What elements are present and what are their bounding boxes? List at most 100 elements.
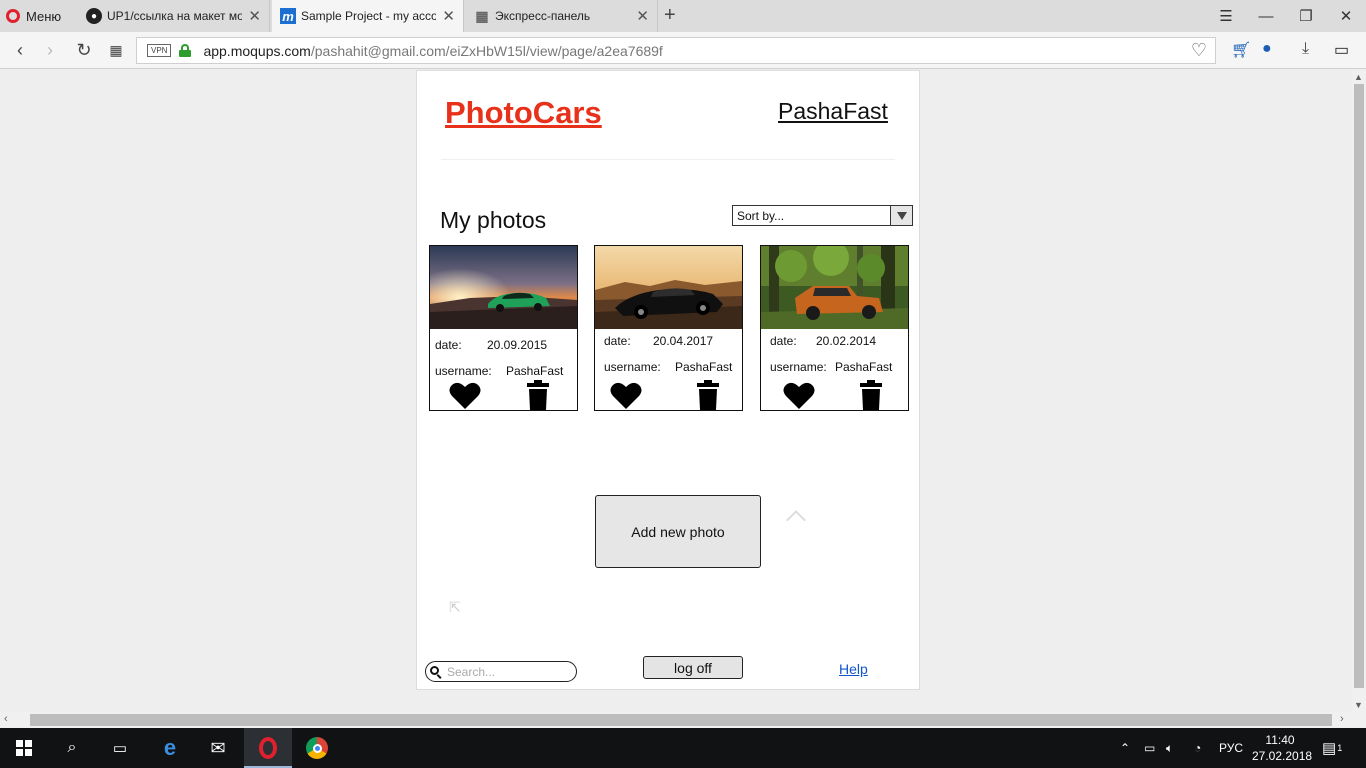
- sort-select-value: Sort by...: [737, 208, 785, 223]
- notification-count: 1: [1337, 743, 1343, 753]
- windows-taskbar: ⌕ ▭ e ✉ ⌃ ▭ 🔈︎ ◔ РУС 11:40 27.02.2018 ▤ 1: [0, 728, 1366, 768]
- forward-icon[interactable]: ›: [38, 38, 62, 62]
- help-link[interactable]: Help: [839, 661, 868, 677]
- extension-icon[interactable]: ●: [1262, 40, 1272, 58]
- trash-icon[interactable]: [860, 380, 882, 410]
- close-icon[interactable]: ✕: [636, 7, 649, 25]
- photo-image[interactable]: [595, 246, 742, 329]
- horizontal-scrollbar[interactable]: ‹ ›: [0, 712, 1366, 728]
- brand-link[interactable]: PhotoCars: [445, 95, 602, 131]
- minimize-icon[interactable]: —: [1246, 0, 1286, 32]
- photo-card: date: 20.09.2015 username: PashaFast: [429, 245, 578, 411]
- restore-icon[interactable]: ❐: [1286, 0, 1326, 32]
- username-label: username:: [770, 360, 827, 374]
- scroll-up-arrow-icon[interactable]: ▲: [1354, 72, 1363, 82]
- battery-icon[interactable]: ▭: [1334, 40, 1349, 60]
- scroll-top-icon[interactable]: [786, 510, 806, 530]
- username-label: username:: [435, 364, 492, 378]
- mail-icon[interactable]: ✉: [194, 728, 242, 768]
- search-icon: [430, 665, 442, 678]
- vpn-badge[interactable]: VPN: [147, 44, 172, 57]
- opera-taskbar-icon[interactable]: [244, 728, 292, 768]
- reload-icon[interactable]: ↻: [72, 38, 96, 62]
- photo-date: 20.02.2014: [816, 334, 877, 348]
- clock-time: 11:40: [1265, 733, 1295, 747]
- opera-logo-icon: [6, 9, 20, 23]
- sort-select[interactable]: Sort by...: [732, 205, 913, 226]
- github-icon: ●: [86, 8, 102, 24]
- vertical-scrollbar[interactable]: ▲ ▼: [1352, 70, 1366, 712]
- close-icon[interactable]: ✕: [248, 7, 261, 25]
- windows-logo-icon: [16, 740, 32, 756]
- page-title: My photos: [440, 207, 547, 233]
- trash-icon[interactable]: [527, 380, 549, 410]
- photo-card: date: 20.04.2017 username: PashaFast: [594, 245, 743, 411]
- scrollbar-thumb[interactable]: [1354, 84, 1364, 688]
- tab-speed-dial[interactable]: ▦ Экспресс-панель ✕: [466, 0, 658, 32]
- notifications-icon[interactable]: ▤ 1: [1322, 728, 1342, 768]
- page-viewport: PhotoCars PashaFast My photos Sort by...: [0, 70, 1352, 712]
- search-field[interactable]: [425, 661, 577, 682]
- browser-tab-strip: Меню ● UP1/ссылка на макет мое ✕ m Sampl…: [0, 0, 1366, 32]
- opera-menu-button[interactable]: Меню: [6, 0, 61, 32]
- language-indicator[interactable]: РУС: [1219, 728, 1243, 768]
- bookmark-heart-icon[interactable]: ♡: [1191, 40, 1207, 61]
- heart-icon[interactable]: [449, 380, 481, 410]
- new-tab-button[interactable]: +: [664, 4, 676, 27]
- moqups-icon: m: [280, 8, 296, 24]
- add-photo-button[interactable]: Add new photo: [595, 495, 761, 568]
- tab-github[interactable]: ● UP1/ссылка на макет мое ✕: [78, 0, 270, 32]
- clock[interactable]: 11:40 27.02.2018: [1252, 732, 1313, 764]
- trash-icon[interactable]: [697, 380, 719, 410]
- tab-title: Sample Project - my accou: [301, 9, 437, 23]
- date-label: date:: [770, 334, 797, 348]
- url-text: app.moqups.com/pashahit@gmail.com/eiZxHb…: [203, 42, 663, 59]
- volume-icon[interactable]: 🔈︎: [1166, 728, 1173, 768]
- network-icon[interactable]: ◔: [1194, 728, 1201, 768]
- start-button[interactable]: [0, 728, 48, 768]
- cart-icon[interactable]: 🛒︎: [1231, 40, 1251, 60]
- tabs-grid-icon[interactable]: ▦: [104, 38, 128, 62]
- mockup-canvas: PhotoCars PashaFast My photos Sort by...: [416, 70, 920, 690]
- scroll-down-arrow-icon[interactable]: ▼: [1354, 700, 1363, 710]
- header-divider: [441, 159, 895, 160]
- heart-icon[interactable]: [783, 380, 815, 410]
- lock-icon[interactable]: [179, 44, 192, 57]
- chrome-icon[interactable]: [293, 728, 341, 768]
- photo-date: 20.04.2017: [653, 334, 714, 348]
- search-input[interactable]: [447, 664, 567, 679]
- photo-image[interactable]: [430, 246, 577, 329]
- heart-icon[interactable]: [610, 380, 642, 410]
- scroll-left-arrow-icon[interactable]: ‹: [4, 713, 8, 725]
- download-icon[interactable]: ⤓: [1302, 40, 1309, 58]
- close-icon[interactable]: ✕: [442, 7, 455, 25]
- tab-moqups[interactable]: m Sample Project - my accou ✕: [272, 0, 464, 32]
- tray-battery-icon[interactable]: ▭: [1144, 728, 1155, 768]
- photo-card: date: 20.02.2014 username: PashaFast: [760, 245, 909, 411]
- tab-menu-icon[interactable]: ☰: [1206, 0, 1246, 32]
- logoff-button[interactable]: log off: [643, 656, 743, 679]
- username-label: username:: [604, 360, 661, 374]
- tab-title: UP1/ссылка на макет мое: [107, 9, 243, 23]
- task-view-icon[interactable]: ▭: [96, 728, 144, 768]
- scrollbar-thumb[interactable]: [30, 714, 1332, 726]
- url-field[interactable]: VPN app.moqups.com/pashahit@gmail.com/ei…: [136, 37, 1216, 64]
- expand-icon[interactable]: ⇱: [449, 599, 461, 616]
- chevron-down-icon[interactable]: [890, 206, 912, 225]
- tray-chevron-icon[interactable]: ⌃: [1120, 728, 1130, 768]
- username-link[interactable]: PashaFast: [778, 98, 888, 125]
- back-icon[interactable]: ‹: [8, 38, 32, 62]
- edge-icon[interactable]: e: [146, 728, 194, 768]
- address-bar: ‹ › ↻ ▦ VPN app.moqups.com/pashahit@gmai…: [0, 32, 1366, 69]
- scroll-right-arrow-icon[interactable]: ›: [1340, 713, 1344, 725]
- opera-menu-label: Меню: [26, 8, 62, 24]
- clock-date: 27.02.2018: [1252, 749, 1313, 763]
- search-icon[interactable]: ⌕: [48, 728, 96, 768]
- photo-username: PashaFast: [835, 360, 893, 374]
- photo-date: 20.09.2015: [487, 338, 548, 352]
- date-label: date:: [604, 334, 631, 348]
- date-label: date:: [435, 338, 462, 352]
- photo-username: PashaFast: [675, 360, 733, 374]
- window-close-icon[interactable]: ✕: [1326, 0, 1366, 32]
- photo-image[interactable]: [761, 246, 908, 329]
